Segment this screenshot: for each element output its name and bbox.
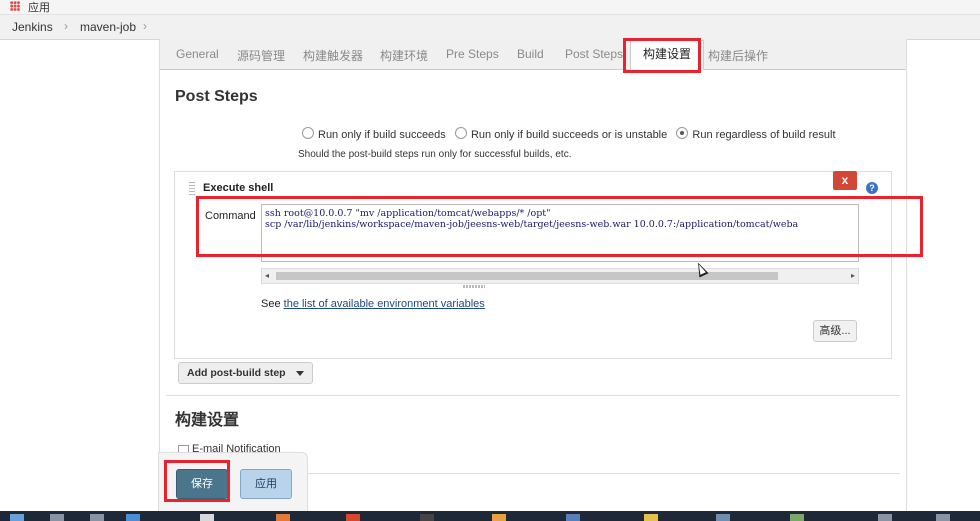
apply-button[interactable]: 应用	[240, 469, 292, 499]
build-settings-title: 构建设置	[175, 412, 240, 429]
app-icon[interactable]	[644, 514, 658, 521]
env-vars-link[interactable]: the list of available environment variab…	[284, 298, 485, 310]
breadcrumb-jenkins[interactable]: Jenkins	[12, 20, 53, 34]
delete-step-button[interactable]: x	[833, 171, 857, 190]
sidebar	[0, 40, 158, 510]
add-step-label[interactable]: Add post-build step	[187, 367, 286, 379]
scroll-left-icon[interactable]: ◂	[265, 271, 269, 280]
radio-label[interactable]: Run only if build succeeds	[318, 129, 446, 141]
tab-post-steps[interactable]: Post Steps	[565, 47, 623, 61]
radio-label[interactable]: Run regardless of build result	[692, 129, 835, 141]
tab-build-settings[interactable]: 构建设置	[630, 40, 705, 70]
resize-grip-icon[interactable]	[463, 285, 485, 288]
divider	[166, 395, 900, 396]
tab-source-code[interactable]: 源码管理	[237, 47, 285, 64]
app-icon[interactable]	[790, 514, 804, 521]
breadcrumb-separator-icon[interactable]: ›	[143, 19, 147, 33]
env-vars-text: See the list of available environment va…	[261, 298, 485, 310]
config-tabs: General 源码管理 构建触发器 构建环境 Pre Steps Build …	[160, 39, 906, 70]
tray-icon[interactable]	[936, 514, 950, 521]
search-icon[interactable]	[50, 514, 64, 521]
tab-post-build-actions[interactable]: 构建后操作	[708, 47, 768, 64]
app-icon[interactable]	[200, 514, 214, 521]
advanced-button[interactable]: 高级...	[813, 320, 857, 342]
radio-label[interactable]: Run only if build succeeds or is unstabl…	[471, 129, 667, 141]
bookmarks-bar: 应用	[0, 0, 980, 15]
breadcrumb: Jenkins › maven-job ›	[0, 15, 980, 40]
start-icon[interactable]	[10, 514, 24, 521]
app-icon[interactable]	[276, 514, 290, 521]
command-label: Command	[205, 210, 256, 222]
breadcrumb-maven-job[interactable]: maven-job	[80, 20, 136, 34]
form-actions-bar: 保存 应用	[158, 452, 308, 514]
horizontal-scrollbar[interactable]: ◂ ▸	[261, 268, 859, 284]
drag-handle-icon[interactable]	[189, 182, 195, 196]
tab-build-triggers[interactable]: 构建触发器	[303, 47, 363, 64]
apps-grid-icon[interactable]	[10, 1, 20, 11]
taskview-icon[interactable]	[90, 514, 104, 521]
app-icon[interactable]	[420, 514, 434, 521]
config-panel: General 源码管理 构建触发器 构建环境 Pre Steps Build …	[159, 39, 907, 511]
execute-shell-title: Execute shell	[203, 182, 274, 194]
breadcrumb-separator-icon[interactable]: ›	[64, 19, 68, 33]
env-vars-prefix: See	[261, 298, 284, 310]
execute-shell-step: Execute shell x ? Command ssh root@10.0.…	[174, 171, 892, 359]
add-post-build-step-button[interactable]: Add post-build step	[178, 362, 313, 384]
app-icon[interactable]	[566, 514, 580, 521]
radio-regardless[interactable]	[676, 127, 689, 139]
tab-build-environment[interactable]: 构建环境	[380, 47, 428, 64]
post-steps-title: Post Steps	[175, 88, 258, 105]
radio-succeeds-or-unstable[interactable]	[454, 127, 467, 139]
help-icon[interactable]: ?	[866, 182, 878, 194]
taskbar	[0, 511, 980, 521]
command-line-1[interactable]: ssh root@10.0.0.7 "mv /application/tomca…	[265, 208, 550, 219]
app-icon[interactable]	[126, 514, 140, 521]
app-icon[interactable]	[716, 514, 730, 521]
tab-build[interactable]: Build	[517, 47, 544, 61]
radio-build-succeeds[interactable]	[302, 127, 314, 139]
tab-general[interactable]: General	[176, 47, 219, 61]
command-textarea[interactable]: ssh root@10.0.0.7 "mv /application/tomca…	[261, 204, 859, 262]
app-icon[interactable]	[492, 514, 506, 521]
save-button[interactable]: 保存	[176, 469, 228, 499]
post-steps-hint: Should the post-build steps run only for…	[298, 149, 572, 160]
scroll-right-icon[interactable]: ▸	[851, 271, 855, 280]
tray-icon[interactable]	[878, 514, 892, 521]
chevron-down-icon[interactable]	[295, 371, 304, 376]
tab-pre-steps[interactable]: Pre Steps	[446, 47, 499, 61]
apps-label[interactable]: 应用	[28, 0, 50, 15]
command-line-2[interactable]: scp /var/lib/jenkins/workspace/maven-job…	[265, 219, 798, 230]
post-steps-options: Run only if build succeeds Run only if b…	[302, 127, 836, 141]
app-icon[interactable]	[346, 514, 360, 521]
